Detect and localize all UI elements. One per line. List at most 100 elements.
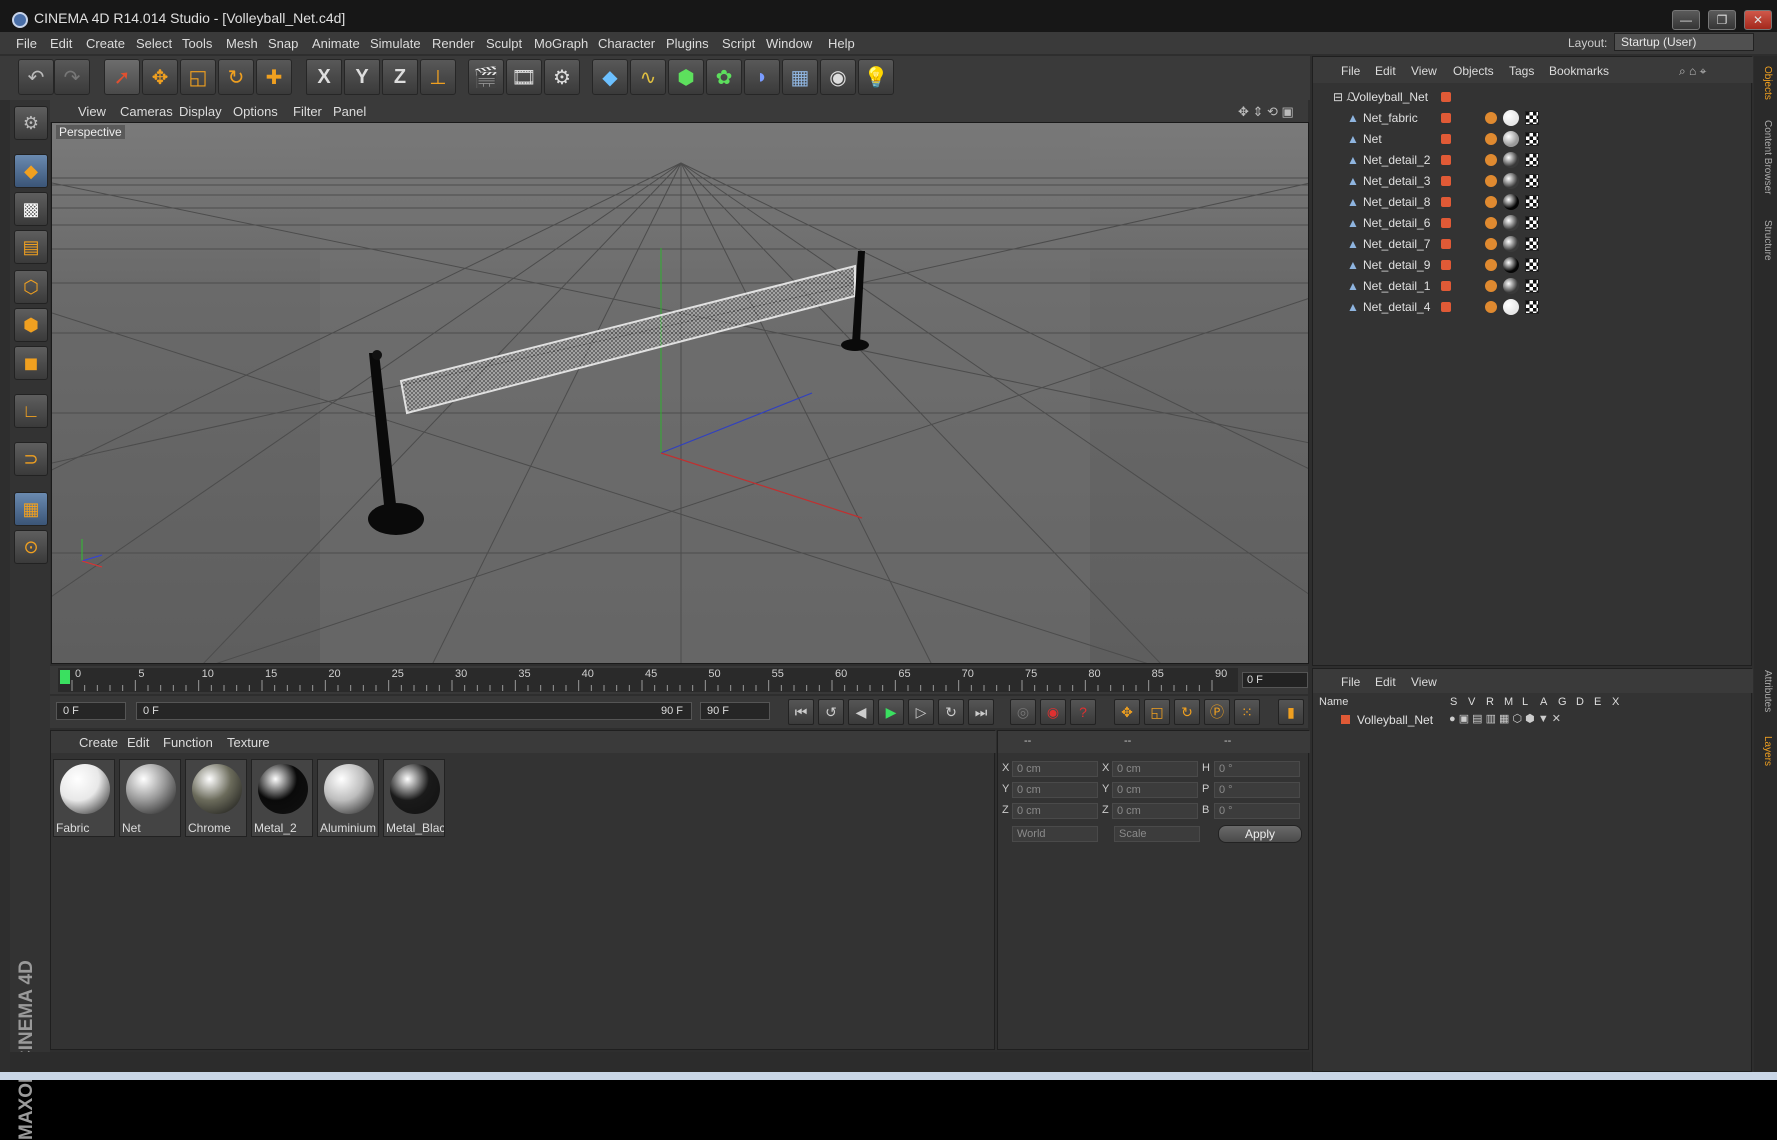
- phong-tag-icon[interactable]: [1485, 217, 1497, 229]
- coordinate-mode-select[interactable]: World: [1012, 826, 1098, 842]
- menu-create[interactable]: Create: [86, 36, 125, 51]
- uvw-tag-icon[interactable]: [1525, 174, 1539, 188]
- current-frame-field[interactable]: 0 F: [1242, 672, 1308, 688]
- camera-button[interactable]: ◉: [820, 59, 856, 95]
- autokey-button[interactable]: ◉: [1040, 699, 1066, 725]
- menu-mograph[interactable]: MoGraph: [534, 36, 588, 51]
- object-menu-objects[interactable]: Objects: [1453, 64, 1494, 78]
- timeline-window-button[interactable]: ▮: [1278, 699, 1304, 725]
- uvw-tag-icon[interactable]: [1525, 258, 1539, 272]
- menu-window[interactable]: Window: [766, 36, 812, 51]
- material-net[interactable]: Net: [119, 759, 181, 837]
- x-axis-lock-button[interactable]: X: [306, 59, 342, 95]
- coordinate-system-button[interactable]: ⊥: [420, 59, 456, 95]
- menu-edit[interactable]: Edit: [50, 36, 72, 51]
- model-mode-button[interactable]: ◆: [14, 154, 48, 188]
- object-menu-view[interactable]: View: [1411, 64, 1437, 78]
- menu-file[interactable]: File: [16, 36, 37, 51]
- snap-magnet-button[interactable]: ⊃: [14, 442, 48, 476]
- uvw-tag-icon[interactable]: [1525, 237, 1539, 251]
- material-chrome[interactable]: Chrome: [185, 759, 247, 837]
- phong-tag-icon[interactable]: [1485, 154, 1497, 166]
- layer-row[interactable]: Volleyball_Net ● ▣ ▤ ▥ ▦ ⬡ ⬢ ▼ ✕: [1313, 711, 1753, 729]
- viewport-menu-filter[interactable]: Filter: [293, 104, 322, 119]
- uvw-tag-icon[interactable]: [1525, 153, 1539, 167]
- material-aluminium[interactable]: Aluminium: [317, 759, 379, 837]
- play-button[interactable]: ▶: [878, 699, 904, 725]
- maximize-button[interactable]: ❐: [1708, 10, 1736, 30]
- texture-mode-button[interactable]: ▩: [14, 192, 48, 226]
- previous-key-button[interactable]: ↺: [818, 699, 844, 725]
- timeline-ruler[interactable]: 0 5 10 15 20 25 30 35 40 45 50 55 60 65 70 75 80 85 90: [58, 668, 1238, 692]
- size-z-field[interactable]: 0 cm: [1112, 803, 1198, 819]
- key-pla-button[interactable]: ⁙: [1234, 699, 1260, 725]
- material-menu-function[interactable]: Function: [163, 735, 213, 750]
- z-axis-lock-button[interactable]: Z: [382, 59, 418, 95]
- phong-tag-icon[interactable]: [1485, 133, 1497, 145]
- tab-objects[interactable]: Objects: [1757, 66, 1773, 100]
- phong-tag-icon[interactable]: [1485, 301, 1497, 313]
- tab-attributes[interactable]: Attributes: [1757, 670, 1773, 712]
- menu-animate[interactable]: Animate: [312, 36, 360, 51]
- object-row[interactable]: ▲ Net_fabric: [1313, 108, 1753, 129]
- menu-character[interactable]: Character: [598, 36, 655, 51]
- live-selection-button[interactable]: ➚: [104, 59, 140, 95]
- position-z-field[interactable]: 0 cm: [1012, 803, 1098, 819]
- material-tag-icon[interactable]: [1503, 152, 1519, 168]
- key-scale-button[interactable]: ◱: [1144, 699, 1170, 725]
- next-key-button[interactable]: ↻: [938, 699, 964, 725]
- object-menu-file[interactable]: File: [1341, 64, 1360, 78]
- render-settings-button[interactable]: ⚙: [544, 59, 580, 95]
- scale-tool-button[interactable]: ◱: [180, 59, 216, 95]
- menu-simulate[interactable]: Simulate: [370, 36, 421, 51]
- phong-tag-icon[interactable]: [1485, 175, 1497, 187]
- make-editable-button[interactable]: ⚙: [14, 106, 48, 140]
- go-to-end-button[interactable]: ⏭: [968, 699, 994, 725]
- viewport-nav-icons[interactable]: ✥ ⇕ ⟲ ▣: [1238, 104, 1294, 120]
- nurbs-button[interactable]: ⬢: [668, 59, 704, 95]
- size-mode-select[interactable]: Scale: [1114, 826, 1200, 842]
- menu-select[interactable]: Select: [136, 36, 172, 51]
- tab-layers[interactable]: Layers: [1757, 736, 1773, 766]
- object-row[interactable]: ▲ Net_detail_7: [1313, 234, 1753, 255]
- size-x-field[interactable]: 0 cm: [1112, 761, 1198, 777]
- material-tag-icon[interactable]: [1503, 173, 1519, 189]
- points-mode-button[interactable]: ⬡: [14, 270, 48, 304]
- viewport-menu-options[interactable]: Options: [233, 104, 278, 119]
- position-y-field[interactable]: 0 cm: [1012, 782, 1098, 798]
- move-tool-button[interactable]: ✥: [142, 59, 178, 95]
- material-tag-icon[interactable]: [1503, 278, 1519, 294]
- layout-select[interactable]: Startup (User): [1614, 33, 1754, 51]
- key-position-button[interactable]: ✥: [1114, 699, 1140, 725]
- perspective-viewport[interactable]: Perspective: [51, 122, 1309, 664]
- workplane-button[interactable]: ▤: [14, 230, 48, 264]
- playhead-marker[interactable]: [60, 670, 70, 684]
- object-row[interactable]: ▲ Net_detail_3: [1313, 171, 1753, 192]
- phong-tag-icon[interactable]: [1485, 196, 1497, 208]
- material-tag-icon[interactable]: [1503, 131, 1519, 147]
- viewport-menu-view[interactable]: View: [78, 104, 106, 119]
- material-menu-create[interactable]: Create: [79, 735, 118, 750]
- menu-render[interactable]: Render: [432, 36, 475, 51]
- rotation-b-field[interactable]: 0 °: [1214, 803, 1300, 819]
- material-metal-black[interactable]: Metal_Blac: [383, 759, 445, 837]
- object-row[interactable]: ▲ Net_detail_1: [1313, 276, 1753, 297]
- menu-script[interactable]: Script: [722, 36, 755, 51]
- layer-menu-view[interactable]: View: [1411, 675, 1437, 689]
- deformer-button[interactable]: ◗: [744, 59, 780, 95]
- material-menu-edit[interactable]: Edit: [127, 735, 149, 750]
- material-metal-2[interactable]: Metal_2: [251, 759, 313, 837]
- material-fabric[interactable]: Fabric: [53, 759, 115, 837]
- uvw-tag-icon[interactable]: [1525, 111, 1539, 125]
- phong-tag-icon[interactable]: [1485, 259, 1497, 271]
- workplane-lock-button[interactable]: ▦: [14, 492, 48, 526]
- material-tag-icon[interactable]: [1503, 257, 1519, 273]
- object-row[interactable]: ▲ Net_detail_8: [1313, 192, 1753, 213]
- record-button[interactable]: ◎: [1010, 699, 1036, 725]
- layer-menu-edit[interactable]: Edit: [1375, 675, 1396, 689]
- material-tag-icon[interactable]: [1503, 299, 1519, 315]
- key-parameter-button[interactable]: Ⓟ: [1204, 699, 1230, 725]
- object-row[interactable]: ▲ Net_detail_9: [1313, 255, 1753, 276]
- position-x-field[interactable]: 0 cm: [1012, 761, 1098, 777]
- undo-button[interactable]: ↶: [18, 59, 54, 95]
